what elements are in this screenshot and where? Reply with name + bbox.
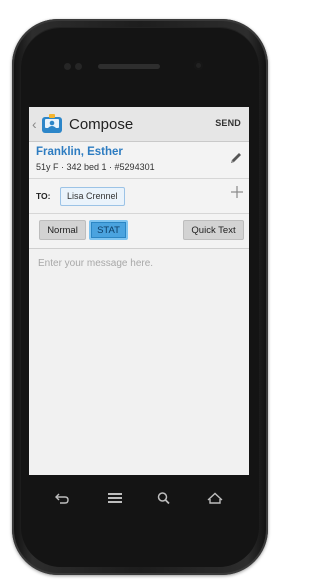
front-camera	[194, 61, 203, 70]
stat-priority-button[interactable]: STAT	[89, 220, 128, 240]
plus-icon[interactable]	[230, 185, 244, 199]
menu-icon[interactable]	[107, 491, 123, 505]
priority-row: Normal STAT Quick Text	[29, 214, 249, 249]
patient-name: Franklin, Esther	[36, 146, 123, 158]
action-bar: ‹ Compose SEND	[29, 107, 249, 142]
pencil-icon[interactable]	[229, 151, 243, 165]
chevron-left-icon[interactable]: ‹	[32, 116, 40, 132]
normal-priority-button[interactable]: Normal	[39, 220, 86, 240]
recipient-chip[interactable]: Lisa Crennel	[60, 187, 125, 206]
compose-app-icon[interactable]	[41, 113, 63, 135]
back-icon[interactable]	[54, 491, 70, 505]
patient-header: Franklin, Esther 51y F · 342 bed 1 · #52…	[29, 142, 249, 179]
patient-details: 51y F · 342 bed 1 · #5294301	[36, 162, 155, 172]
search-icon[interactable]	[156, 491, 172, 505]
system-nav-bar	[29, 486, 249, 510]
light-sensor	[75, 63, 82, 70]
quick-text-button[interactable]: Quick Text	[183, 220, 244, 240]
send-button[interactable]: SEND	[215, 118, 241, 128]
app-screen: ‹ Compose SEND Franklin, Esther 51y F · …	[29, 107, 249, 475]
screen-title: Compose	[69, 115, 134, 133]
to-label: TO:	[36, 191, 51, 201]
home-icon[interactable]	[207, 491, 223, 505]
message-input[interactable]: Enter your message here.	[38, 258, 153, 269]
proximity-sensor	[64, 63, 71, 70]
earpiece-speaker	[98, 64, 160, 69]
recipients-row: TO: Lisa Crennel	[29, 179, 249, 214]
